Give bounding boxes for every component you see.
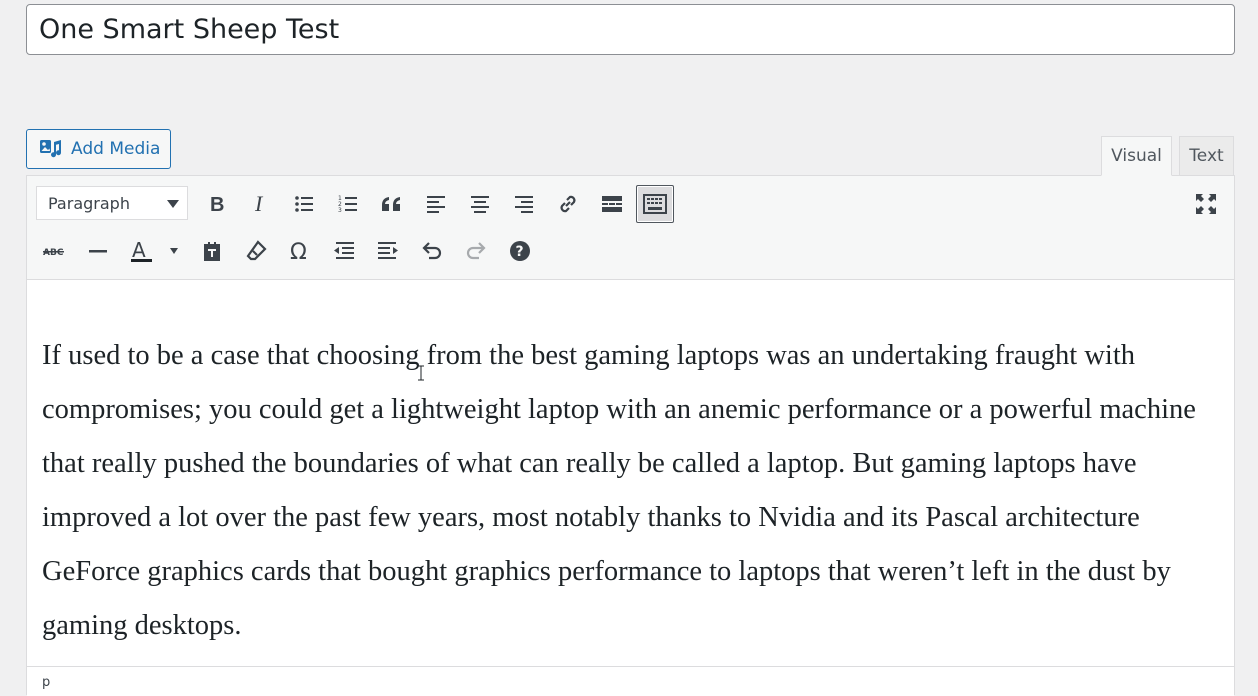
text-color-icon: A	[131, 238, 178, 262]
post-title-input[interactable]	[26, 4, 1235, 55]
svg-text:I: I	[254, 194, 264, 214]
special-character-icon: Ω	[290, 240, 307, 262]
insert-link-icon	[560, 195, 576, 213]
italic-button[interactable]: I	[241, 185, 279, 223]
add-media-button[interactable]: Add Media	[26, 129, 171, 169]
tab-text[interactable]: Text	[1179, 136, 1234, 176]
text-color-button[interactable]: A	[121, 232, 183, 270]
fullscreen-button[interactable]	[1187, 185, 1225, 223]
clear-formatting-icon	[246, 240, 267, 261]
insert-link-button[interactable]	[549, 185, 587, 223]
horizontal-line-button[interactable]	[79, 232, 117, 270]
format-select-value: Paragraph	[48, 193, 130, 213]
element-path[interactable]: p	[42, 675, 50, 690]
increase-indent-button[interactable]	[369, 232, 407, 270]
read-more-button[interactable]	[593, 185, 631, 223]
decrease-indent-icon	[334, 242, 354, 259]
editor-status-bar: p	[27, 666, 1234, 696]
tab-visual[interactable]: Visual	[1101, 136, 1172, 176]
align-right-button[interactable]	[505, 185, 543, 223]
format-select[interactable]: Paragraph	[36, 186, 188, 220]
paste-as-text-icon	[204, 241, 220, 261]
special-character-button[interactable]: Ω	[281, 232, 319, 270]
align-center-icon	[471, 196, 489, 213]
paste-as-text-button[interactable]	[193, 232, 231, 270]
numbered-list-icon: 1 2 3	[338, 195, 357, 214]
media-icon	[40, 140, 62, 158]
bulleted-list-icon	[295, 196, 313, 212]
bold-button[interactable]: B	[197, 185, 235, 223]
blockquote-icon	[382, 197, 400, 211]
svg-text:B: B	[210, 194, 224, 214]
bold-icon: B	[210, 194, 224, 214]
numbered-list-button[interactable]: 1 2 3	[329, 185, 367, 223]
bulleted-list-button[interactable]	[285, 185, 323, 223]
clear-formatting-button[interactable]	[237, 232, 275, 270]
svg-text:Ω: Ω	[290, 240, 307, 262]
italic-icon: I	[254, 194, 264, 214]
increase-indent-icon	[378, 242, 398, 259]
decrease-indent-button[interactable]	[325, 232, 363, 270]
svg-text:A: A	[132, 238, 146, 262]
chevron-down-icon	[167, 200, 179, 208]
align-left-button[interactable]	[417, 185, 455, 223]
redo-button[interactable]	[457, 232, 495, 270]
undo-icon	[422, 242, 442, 260]
post-content-paragraph[interactable]: If used to be a case that choosing from …	[42, 329, 1227, 653]
keyboard-shortcuts-button[interactable]: ?	[501, 232, 539, 270]
toolbar-toggle-button[interactable]	[636, 185, 674, 223]
strikethrough-button[interactable]: ABC	[35, 232, 73, 270]
align-center-button[interactable]	[461, 185, 499, 223]
redo-icon	[466, 242, 486, 260]
keyboard-shortcuts-icon: ?	[510, 241, 530, 261]
editor: Paragraph B I 1 2 3 ABC A Ω ? If used to…	[26, 175, 1235, 696]
align-left-icon	[427, 196, 445, 213]
horizontal-line-icon	[89, 250, 107, 253]
svg-text:?: ?	[516, 244, 524, 260]
svg-text:ABC: ABC	[43, 248, 64, 258]
align-right-icon	[515, 196, 533, 213]
blockquote-button[interactable]	[373, 185, 411, 223]
toolbar-toggle-icon	[643, 194, 667, 214]
undo-button[interactable]	[413, 232, 451, 270]
strikethrough-icon: ABC	[43, 248, 64, 258]
fullscreen-icon	[1196, 194, 1216, 214]
add-media-label: Add Media	[71, 139, 161, 159]
svg-text:3: 3	[338, 207, 342, 214]
editor-toolbar: Paragraph B I 1 2 3 ABC A Ω ?	[27, 176, 1234, 280]
read-more-icon	[602, 196, 622, 212]
